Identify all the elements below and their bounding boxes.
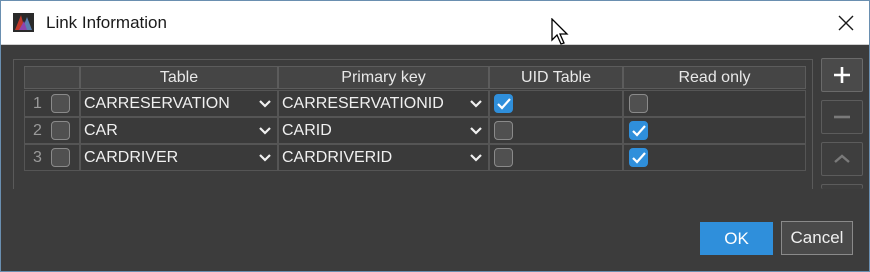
uid-table-cell — [489, 144, 623, 171]
header-primary-key[interactable]: Primary key — [278, 66, 489, 89]
uid-table-cell — [489, 90, 623, 117]
chevron-down-icon — [259, 127, 271, 135]
check-icon — [632, 152, 646, 164]
primary-key-dropdown[interactable]: CARID — [278, 117, 489, 144]
uid-table-cell — [489, 117, 623, 144]
move-down-button[interactable] — [821, 184, 863, 189]
check-icon — [632, 125, 646, 137]
mouse-cursor-icon — [551, 18, 569, 45]
table-row: 1 — [24, 90, 80, 117]
move-up-icon — [834, 154, 850, 163]
read-only-cell — [623, 90, 806, 117]
primary-key-dropdown[interactable]: CARDRIVERID — [278, 144, 489, 171]
uid-table-checkbox[interactable] — [494, 121, 513, 140]
row-number: 1 — [33, 95, 42, 112]
primary-key-value: CARRESERVATIONID — [282, 95, 444, 112]
chevron-down-icon — [470, 127, 482, 135]
close-button[interactable] — [823, 1, 869, 45]
uid-table-checkbox[interactable] — [494, 94, 513, 113]
remove-icon — [834, 115, 850, 119]
table-dropdown[interactable]: CARDRIVER — [80, 144, 278, 171]
add-icon — [834, 67, 850, 83]
title-bar: Link Information — [1, 1, 869, 45]
chevron-down-icon — [259, 154, 271, 162]
read-only-checkbox[interactable] — [629, 121, 648, 140]
chevron-down-icon — [470, 154, 482, 162]
table-value: CARRESERVATION — [84, 95, 230, 112]
header-table[interactable]: Table — [80, 66, 278, 89]
chevron-down-icon — [259, 100, 271, 108]
row-select-checkbox[interactable] — [51, 94, 70, 113]
row-number: 3 — [33, 149, 42, 166]
link-information-dialog: Link Information Table Primary key UID T… — [0, 0, 870, 272]
primary-key-dropdown[interactable]: CARRESERVATIONID — [278, 90, 489, 117]
remove-row-button[interactable] — [821, 100, 863, 134]
header-uid-table[interactable]: UID Table — [489, 66, 623, 89]
read-only-cell — [623, 117, 806, 144]
app-icon — [13, 13, 34, 32]
uid-table-checkbox[interactable] — [494, 148, 513, 167]
primary-key-value: CARID — [282, 122, 332, 139]
link-table-panel: Table Primary key UID Table Read only 1 … — [13, 59, 813, 189]
window-title: Link Information — [46, 13, 167, 32]
header-select — [24, 66, 80, 89]
table-value: CARDRIVER — [84, 149, 179, 166]
read-only-checkbox[interactable] — [629, 148, 648, 167]
table-dropdown[interactable]: CARRESERVATION — [80, 90, 278, 117]
row-select-checkbox[interactable] — [51, 148, 70, 167]
add-row-button[interactable] — [821, 58, 863, 92]
primary-key-value: CARDRIVERID — [282, 149, 393, 166]
header-read-only[interactable]: Read only — [623, 66, 806, 89]
table-dropdown[interactable]: CAR — [80, 117, 278, 144]
row-select-checkbox[interactable] — [51, 121, 70, 140]
read-only-cell — [623, 144, 806, 171]
move-up-button[interactable] — [821, 142, 863, 176]
ok-button[interactable]: OK — [700, 222, 773, 255]
row-number: 2 — [33, 122, 42, 139]
chevron-down-icon — [470, 100, 482, 108]
table-row: 2 — [24, 117, 80, 144]
check-icon — [497, 98, 511, 110]
read-only-checkbox[interactable] — [629, 94, 648, 113]
close-icon — [838, 15, 854, 31]
table-value: CAR — [84, 122, 118, 139]
cancel-button[interactable]: Cancel — [781, 221, 853, 255]
table-row: 3 — [24, 144, 80, 171]
